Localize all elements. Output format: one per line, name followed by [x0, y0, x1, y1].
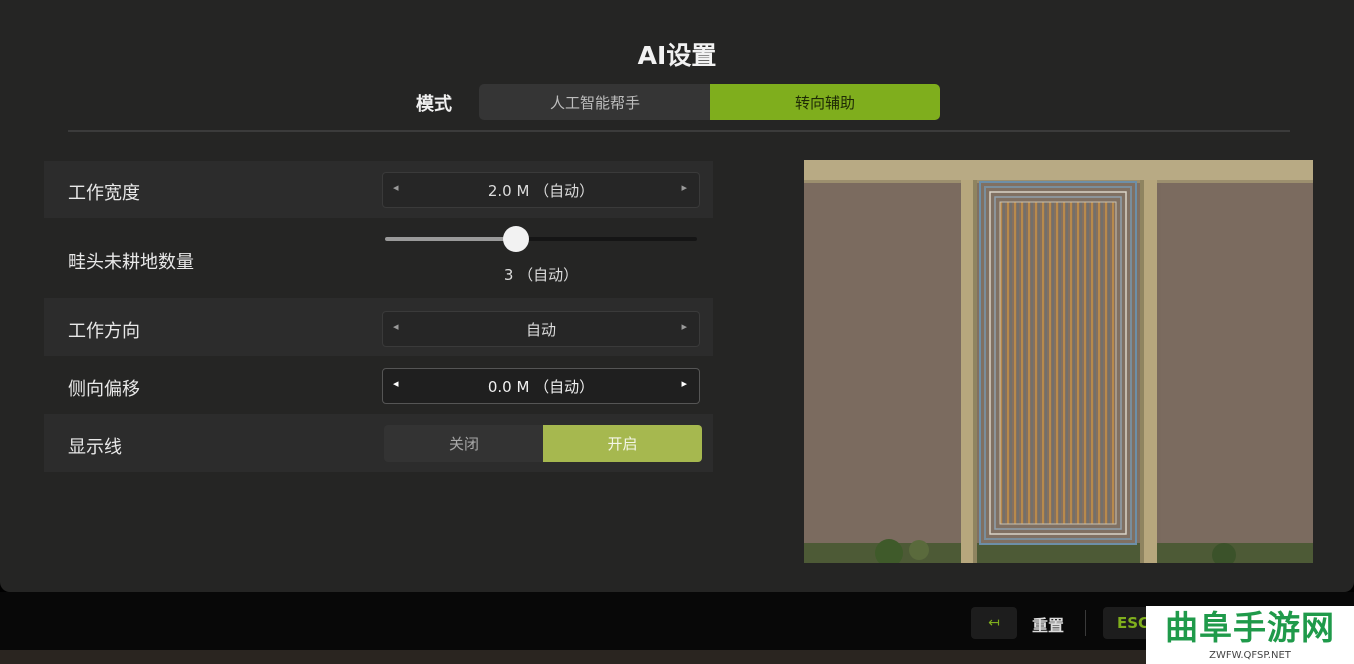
work-width-label: 工作宽度	[68, 183, 140, 204]
slider-thumb[interactable]	[503, 226, 530, 252]
footer-divider	[1085, 610, 1086, 636]
show-lines-on-button[interactable]: 开启	[543, 425, 702, 462]
slider-fill	[385, 237, 517, 241]
right-arrow-icon[interactable]: ▸	[681, 320, 687, 333]
mode-option-steering-assist[interactable]: 转向辅助	[710, 84, 940, 120]
work-width-stepper[interactable]: ◂ 2.0 M （自动） ▸	[382, 172, 700, 208]
reset-button[interactable]: 重置	[1032, 612, 1064, 636]
field-preview-image	[804, 160, 1313, 563]
watermark-url: ZWFW.QFSP.NET	[1209, 650, 1291, 661]
right-arrow-icon[interactable]: ▸	[681, 181, 687, 194]
show-lines-off-button[interactable]: 关闭	[384, 425, 544, 462]
side-offset-stepper[interactable]: ◂ 0.0 M （自动） ▸	[382, 368, 700, 404]
ai-settings-panel: AI设置 模式 人工智能帮手 转向辅助 工作宽度 ◂ 2.0 M （自动） ▸ …	[0, 0, 1354, 592]
mode-option-ai-helper[interactable]: 人工智能帮手	[479, 84, 711, 120]
side-offset-value: 0.0 M （自动）	[487, 378, 595, 396]
header-divider	[68, 130, 1290, 132]
side-offset-label: 侧向偏移	[68, 379, 140, 400]
reset-key-icon[interactable]: ↤	[971, 607, 1017, 639]
field-preview	[804, 160, 1313, 563]
work-direction-stepper[interactable]: ◂ 自动 ▸	[382, 311, 700, 347]
watermark-title: 曲阜手游网	[1165, 608, 1335, 647]
headland-label: 畦头未耕地数量	[68, 252, 194, 273]
work-direction-value: 自动	[525, 321, 556, 339]
headland-row: 畦头未耕地数量	[44, 218, 713, 298]
page-title: AI设置	[637, 41, 717, 70]
work-width-value: 2.0 M （自动）	[487, 182, 595, 200]
watermark-logo: 曲阜手游网 ZWFW.QFSP.NET	[1146, 606, 1354, 664]
right-arrow-icon[interactable]: ▸	[681, 377, 687, 390]
mode-label: 模式	[416, 94, 452, 115]
headland-value: 3 （自动）	[503, 266, 579, 284]
work-direction-label: 工作方向	[68, 321, 140, 342]
show-lines-label: 显示线	[68, 437, 122, 458]
headland-slider[interactable]	[385, 226, 697, 252]
